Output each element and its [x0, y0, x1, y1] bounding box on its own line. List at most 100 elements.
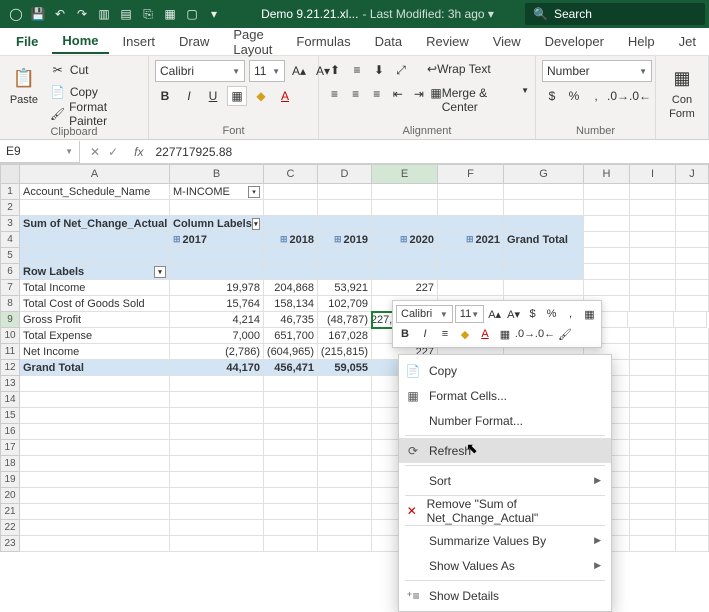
pivot-columns-field[interactable]: Column Labels▾	[170, 216, 264, 232]
row-head[interactable]: 16	[0, 424, 20, 440]
cell[interactable]	[630, 456, 676, 472]
cell[interactable]	[264, 392, 318, 408]
orientation-icon[interactable]: ⤢	[391, 60, 411, 80]
row-head[interactable]: 10	[0, 328, 20, 344]
cell[interactable]	[318, 440, 372, 456]
pivot-year[interactable]: ⊞2019	[318, 232, 372, 248]
mini-grow-icon[interactable]: A▴	[486, 305, 503, 323]
cell[interactable]	[20, 200, 170, 216]
mini-border-icon[interactable]: ▦	[581, 305, 598, 323]
cell[interactable]	[170, 472, 264, 488]
cell[interactable]	[438, 200, 504, 216]
cell[interactable]	[20, 248, 170, 264]
mini-fill-icon[interactable]: ◆	[456, 325, 474, 343]
cell[interactable]	[264, 536, 318, 552]
ctx-refresh[interactable]: ⟳Refresh	[399, 438, 611, 463]
cell[interactable]: 15,764	[170, 296, 264, 312]
save-icon[interactable]: 💾	[30, 6, 46, 22]
underline-button[interactable]: U	[203, 86, 223, 106]
copy-button[interactable]: 📄Copy	[46, 82, 142, 102]
cell[interactable]	[676, 344, 709, 360]
pivot-grand-total-col[interactable]: Grand Total	[504, 232, 584, 248]
cell[interactable]	[630, 264, 676, 280]
cell[interactable]: (2,786)	[170, 344, 264, 360]
ctx-summarize[interactable]: Summarize Values By▶	[399, 528, 611, 553]
row-head[interactable]: 9	[0, 312, 20, 328]
cell[interactable]	[630, 248, 676, 264]
cell[interactable]	[438, 216, 504, 232]
mini-shrink-icon[interactable]: A▾	[505, 305, 522, 323]
row-head[interactable]: 22	[0, 520, 20, 536]
col-head-h[interactable]: H	[584, 164, 630, 184]
cell[interactable]	[674, 312, 707, 328]
cell[interactable]	[318, 488, 372, 504]
cell[interactable]	[264, 456, 318, 472]
col-head-e[interactable]: E	[372, 164, 438, 184]
cell[interactable]: 59,055	[318, 360, 372, 376]
accept-formula-icon[interactable]: ✓	[108, 145, 118, 159]
cell[interactable]	[264, 520, 318, 536]
cell[interactable]	[264, 504, 318, 520]
redo-icon[interactable]: ↷	[74, 6, 90, 22]
tab-data[interactable]: Data	[365, 30, 412, 53]
cell[interactable]	[20, 488, 170, 504]
row-head[interactable]: 18	[0, 456, 20, 472]
currency-icon[interactable]: $	[542, 86, 562, 106]
qat-icon-6[interactable]: ▾	[206, 6, 222, 22]
cell[interactable]	[372, 248, 438, 264]
cell[interactable]: 167,028	[318, 328, 372, 344]
cell[interactable]	[318, 504, 372, 520]
name-box[interactable]: E9▼	[0, 141, 80, 163]
cell[interactable]	[630, 328, 676, 344]
cell[interactable]	[630, 536, 676, 552]
cell[interactable]	[504, 216, 584, 232]
cell[interactable]	[170, 536, 264, 552]
mini-decdec-icon[interactable]: .0←	[536, 325, 554, 343]
pivot-row-labels[interactable]: Row Labels▾	[20, 264, 170, 280]
cell[interactable]	[372, 216, 438, 232]
cell[interactable]: 102,709	[318, 296, 372, 312]
align-right-icon[interactable]: ≡	[367, 84, 386, 104]
cell[interactable]	[264, 376, 318, 392]
cell[interactable]	[20, 232, 170, 248]
tab-developer[interactable]: Developer	[535, 30, 614, 53]
cell[interactable]	[676, 408, 709, 424]
cell[interactable]	[676, 232, 709, 248]
cell[interactable]	[318, 408, 372, 424]
fill-color-button[interactable]: ◆	[251, 86, 271, 106]
tab-page-layout[interactable]: Page Layout	[223, 23, 282, 61]
row-head[interactable]: 5	[0, 248, 20, 264]
pivot-year[interactable]: ⊞2017	[170, 232, 264, 248]
cell[interactable]	[318, 248, 372, 264]
cell[interactable]	[372, 200, 438, 216]
row-head[interactable]: 1	[0, 184, 20, 200]
cell[interactable]: 227	[372, 280, 438, 296]
cell[interactable]	[264, 184, 318, 200]
cell[interactable]	[676, 392, 709, 408]
cell[interactable]	[584, 216, 630, 232]
comma-icon[interactable]: ,	[586, 86, 606, 106]
cell[interactable]	[630, 296, 676, 312]
formula-input[interactable]: 227717925.88	[149, 145, 709, 159]
cell[interactable]	[264, 440, 318, 456]
mini-percent-icon[interactable]: %	[543, 305, 560, 323]
cell[interactable]: 7,000	[170, 328, 264, 344]
cell[interactable]	[676, 440, 709, 456]
autosave-icon[interactable]: ◯	[8, 6, 24, 22]
cell[interactable]	[20, 520, 170, 536]
cell[interactable]	[676, 216, 709, 232]
cell[interactable]	[318, 184, 372, 200]
col-head-g[interactable]: G	[504, 164, 584, 184]
mini-italic-icon[interactable]: I	[416, 325, 434, 343]
cell[interactable]	[504, 248, 584, 264]
cell[interactable]	[584, 280, 630, 296]
qat-icon-2[interactable]: ▤	[118, 6, 134, 22]
tab-insert[interactable]: Insert	[113, 30, 166, 53]
row-head[interactable]: 2	[0, 200, 20, 216]
indent-dec-icon[interactable]: ⇤	[388, 84, 407, 104]
cell[interactable]	[372, 184, 438, 200]
qat-icon-1[interactable]: ▥	[96, 6, 112, 22]
cell[interactable]	[630, 488, 676, 504]
cell[interactable]	[20, 440, 170, 456]
cell[interactable]	[676, 504, 709, 520]
